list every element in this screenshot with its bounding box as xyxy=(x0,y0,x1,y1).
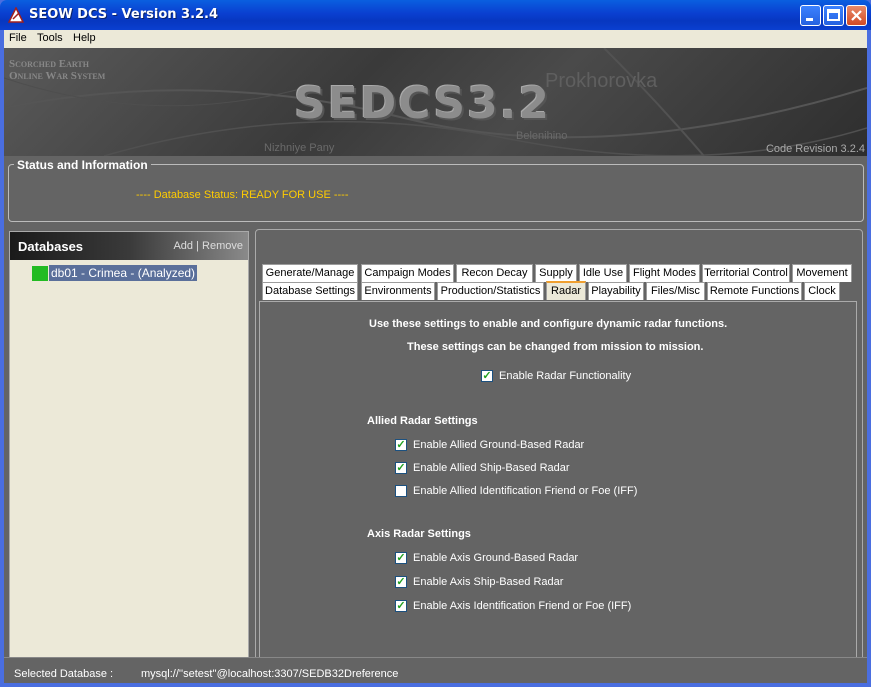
allied-ground-radar-label: Enable Allied Ground-Based Radar xyxy=(413,439,585,451)
status-legend: Status and Information xyxy=(14,158,151,172)
tab-clock[interactable]: Clock xyxy=(804,282,840,300)
app-banner: Scorched Earth Online War System SEDCS3.… xyxy=(4,48,867,156)
selected-database-value: mysql://''setest''@localhost:3307/SEDB32… xyxy=(141,668,399,680)
menu-file[interactable]: File xyxy=(9,32,27,44)
axis-iff-label: Enable Axis Identification Friend or Foe… xyxy=(413,600,632,612)
title-bar[interactable]: SEOW DCS - Version 3.2.4 xyxy=(0,0,871,30)
tab-flight-modes[interactable]: Flight Modes xyxy=(629,264,700,282)
app-icon xyxy=(8,7,24,23)
axis-ship-radar-label: Enable Axis Ship-Based Radar xyxy=(413,576,564,588)
tab-remote-functions[interactable]: Remote Functions xyxy=(707,282,802,300)
allied-radar-heading: Allied Radar Settings xyxy=(367,415,478,427)
allied-iff-label: Enable Allied Identification Friend or F… xyxy=(413,485,638,497)
status-group: Status and Information ---- Database Sta… xyxy=(8,158,864,222)
enable-radar-label: Enable Radar Functionality xyxy=(499,370,632,382)
database-status-icon xyxy=(32,265,48,281)
tab-campaign-modes[interactable]: Campaign Modes xyxy=(361,264,454,282)
tab-movement[interactable]: Movement xyxy=(792,264,852,282)
client-area: File Tools Help Scorched Earth Online Wa… xyxy=(4,30,867,683)
tab-environments[interactable]: Environments xyxy=(361,282,435,300)
close-button[interactable] xyxy=(846,5,867,26)
minimize-button[interactable] xyxy=(800,5,821,26)
allied-ship-radar-label: Enable Allied Ship-Based Radar xyxy=(413,462,570,474)
map-label-belenihino: Belenihino xyxy=(516,130,568,142)
database-name: db01 - Crimea - (Analyzed) xyxy=(49,265,198,281)
radar-intro-line1: Use these settings to enable and configu… xyxy=(369,318,728,330)
databases-panel: Databases Add | Remove db01 - Crimea - (… xyxy=(9,231,249,661)
databases-header: Databases Add | Remove xyxy=(10,232,248,260)
banner-subtitle-line1: Scorched Earth xyxy=(9,58,89,70)
banner-title: SEDCS3.2 xyxy=(294,78,552,129)
database-status-text: ---- Database Status: READY FOR USE ---- xyxy=(136,189,349,201)
databases-title: Databases xyxy=(18,239,84,254)
tab-recon-decay[interactable]: Recon Decay xyxy=(456,264,533,282)
map-label-prokhorovka: Prokhorovka xyxy=(545,70,658,92)
maximize-button[interactable] xyxy=(823,5,844,26)
tab-files-misc[interactable]: Files/Misc xyxy=(646,282,705,300)
database-list-item[interactable]: db01 - Crimea - (Analyzed) xyxy=(32,265,198,281)
remove-database-link[interactable]: Remove xyxy=(202,240,243,252)
databases-actions: Add | Remove xyxy=(173,240,243,252)
menu-help[interactable]: Help xyxy=(73,32,96,44)
tab-production-statistics[interactable]: Production/Statistics xyxy=(437,282,544,300)
tab-generate-manage[interactable]: Generate/Manage xyxy=(262,264,358,282)
axis-radar-heading: Axis Radar Settings xyxy=(367,528,471,540)
window-title: SEOW DCS - Version 3.2.4 xyxy=(29,7,219,22)
tab-radar[interactable]: Radar xyxy=(546,281,586,300)
allied-iff-checkbox[interactable] xyxy=(395,485,407,497)
tab-territorial-control[interactable]: Territorial Control xyxy=(702,264,790,282)
status-bar: Selected Database : mysql://''setest''@l… xyxy=(4,657,867,683)
radar-intro-line2: These settings can be changed from missi… xyxy=(407,341,704,353)
axis-ground-radar-checkbox[interactable]: ✓ xyxy=(395,552,407,564)
app-window: SEOW DCS - Version 3.2.4 File Tools Help… xyxy=(0,0,871,687)
tab-idle-use[interactable]: Idle Use xyxy=(579,264,627,282)
allied-ship-radar-checkbox[interactable]: ✓ xyxy=(395,462,407,474)
minimize-icon xyxy=(806,18,813,21)
enable-radar-checkbox[interactable]: ✓ xyxy=(481,370,493,382)
maximize-icon xyxy=(827,9,840,21)
axis-iff-checkbox[interactable]: ✓ xyxy=(395,600,407,612)
add-database-link[interactable]: Add xyxy=(173,240,193,252)
selected-database-label: Selected Database : xyxy=(14,668,114,680)
menu-tools[interactable]: Tools xyxy=(37,32,63,44)
axis-ground-radar-label: Enable Axis Ground-Based Radar xyxy=(413,552,579,564)
banner-subtitle-line2: Online War System xyxy=(9,70,106,82)
map-label-nizhniye-pany: Nizhniye Pany xyxy=(264,142,335,154)
code-revision: Code Revision 3.2.4 xyxy=(765,143,865,155)
allied-ground-radar-checkbox[interactable]: ✓ xyxy=(395,439,407,451)
tab-database-settings[interactable]: Database Settings xyxy=(262,282,358,300)
tab-supply[interactable]: Supply xyxy=(535,264,577,282)
close-icon xyxy=(851,10,862,21)
link-separator: | xyxy=(196,240,199,252)
axis-ship-radar-checkbox[interactable]: ✓ xyxy=(395,576,407,588)
tab-playability[interactable]: Playability xyxy=(588,282,644,300)
menu-bar: File Tools Help xyxy=(4,30,867,48)
banner-subtitle: Scorched Earth Online War System xyxy=(9,58,105,82)
